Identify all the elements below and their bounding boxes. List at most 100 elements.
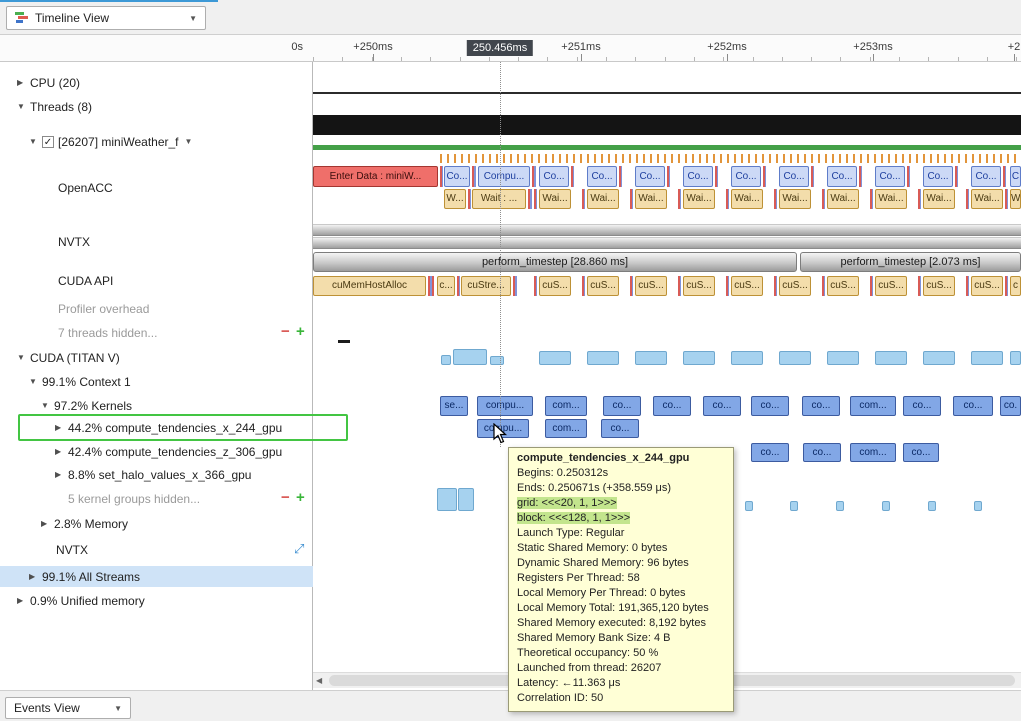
memory-transfers-bar[interactable] xyxy=(790,501,798,511)
sidebar-item-threads[interactable]: ▼Threads (8) xyxy=(0,96,313,117)
cuda-api-bar[interactable]: cuS... xyxy=(923,276,955,296)
cuda-api-bar[interactable]: cuS... xyxy=(539,276,571,296)
sidebar-item-nvtx-thread[interactable]: NVTX xyxy=(0,231,313,252)
cuda-api-bar[interactable]: cuS... xyxy=(827,276,859,296)
memory-transfers-bar[interactable] xyxy=(928,501,936,511)
kernel-z306-bar[interactable]: co... xyxy=(751,443,789,462)
kernels-all-bar[interactable]: co... xyxy=(751,396,789,416)
kernels-all-bar[interactable]: co... xyxy=(603,396,641,416)
openacc-compute-bar[interactable]: Co... xyxy=(539,166,569,187)
cuda-api-bar[interactable]: c... xyxy=(437,276,455,296)
tree-right-arrow-icon[interactable]: ▶ xyxy=(41,519,54,528)
openacc-compute-bar[interactable]: Co... xyxy=(731,166,761,187)
memory-transfers-bar[interactable] xyxy=(458,488,474,511)
sidebar-item-unified-memory[interactable]: ▶0.9% Unified memory xyxy=(0,590,313,611)
hidden-thread-marks-bar[interactable] xyxy=(338,340,350,343)
kernels-all-bar[interactable]: compu... xyxy=(477,396,533,416)
sidebar-item-threads-hidden[interactable]: 7 threads hidden...−+ xyxy=(0,322,313,343)
kernel-z306-bar[interactable]: co... xyxy=(903,443,939,462)
hidden-rows-minus-icon[interactable]: − xyxy=(281,323,290,340)
openacc-wait-bar[interactable]: W... xyxy=(444,189,466,209)
tree-down-arrow-icon[interactable]: ▼ xyxy=(29,377,42,386)
cuda-summary-bar[interactable] xyxy=(490,356,504,365)
cuda-api-bar[interactable]: cuS... xyxy=(731,276,763,296)
openacc-compute-bar[interactable]: Compu... xyxy=(478,166,530,187)
openacc-compute-bar[interactable]: Co... xyxy=(827,166,857,187)
tree-down-arrow-icon[interactable]: ▼ xyxy=(17,353,30,362)
cuda-summary-bar[interactable] xyxy=(923,351,955,365)
cuda-summary-bar[interactable] xyxy=(779,351,811,365)
openacc-wait-bar[interactable]: Wait : ... xyxy=(472,189,526,209)
cuda-summary-bar[interactable] xyxy=(539,351,571,365)
hidden-rows-minus-icon[interactable]: − xyxy=(281,489,290,506)
cuda-api-bar[interactable]: c xyxy=(1010,276,1021,296)
tree-right-arrow-icon[interactable]: ▶ xyxy=(17,78,30,87)
sidebar-item-context-1[interactable]: ▼99.1% Context 1 xyxy=(0,371,313,392)
openacc-wait-bar[interactable]: Wai... xyxy=(971,189,1003,209)
expand-row-icon[interactable]: ⤢ xyxy=(294,541,304,557)
openacc-compute-bar[interactable]: Co... xyxy=(635,166,665,187)
cuda-summary-bar[interactable] xyxy=(875,351,907,365)
cuda-summary-bar[interactable] xyxy=(1010,351,1021,365)
sidebar-item-process-miniweather[interactable]: ▼✓[26207] miniWeather_f▼ xyxy=(0,131,313,152)
memory-transfers-bar[interactable] xyxy=(745,501,753,511)
openacc-wait-bar[interactable]: Wai... xyxy=(731,189,763,209)
tree-down-arrow-icon[interactable]: ▼ xyxy=(41,401,54,410)
sidebar-item-cuda-titan-v[interactable]: ▼CUDA (TITAN V) xyxy=(0,347,313,368)
openacc-compute-bar[interactable]: Co... xyxy=(779,166,809,187)
cuda-summary-bar[interactable] xyxy=(971,351,1003,365)
sidebar-item-nvtx-stream[interactable]: NVTX⤢ xyxy=(0,539,313,560)
kernels-all-bar[interactable]: co... xyxy=(903,396,941,416)
cuda-summary-bar[interactable] xyxy=(441,355,451,365)
kernel-z306-bar[interactable]: co... xyxy=(803,443,841,462)
cuda-api-bar[interactable]: cuMemHostAlloc xyxy=(313,276,426,296)
openacc-compute-bar[interactable]: Co... xyxy=(444,166,470,187)
openacc-compute-bar[interactable]: Co... xyxy=(683,166,713,187)
tree-right-arrow-icon[interactable]: ▶ xyxy=(55,447,68,456)
openacc-compute-bar[interactable]: Co... xyxy=(971,166,1001,187)
openacc-wait-bar[interactable]: Wai... xyxy=(683,189,715,209)
memory-transfers-bar[interactable] xyxy=(836,501,844,511)
cuda-api-bar[interactable]: cuS... xyxy=(683,276,715,296)
openacc-wait-bar[interactable]: Wai... xyxy=(587,189,619,209)
cuda-summary-bar[interactable] xyxy=(731,351,763,365)
kernel-x244-bar[interactable]: com... xyxy=(545,419,587,438)
memory-transfers-bar[interactable] xyxy=(882,501,890,511)
openacc-compute-bar[interactable]: C xyxy=(1010,166,1021,187)
tree-right-arrow-icon[interactable]: ▶ xyxy=(17,596,30,605)
tree-down-arrow-icon[interactable]: ▼ xyxy=(29,137,42,146)
tree-down-arrow-icon[interactable]: ▼ xyxy=(17,102,30,111)
kernel-z306-bar[interactable]: com... xyxy=(850,443,896,462)
cuda-summary-bar[interactable] xyxy=(453,349,487,365)
sidebar-item-kernel-halo[interactable]: ▶8.8% set_halo_values_x_366_gpu xyxy=(0,464,313,485)
tree-right-arrow-icon[interactable]: ▶ xyxy=(55,470,68,479)
openacc-wait-bar[interactable]: Wai... xyxy=(875,189,907,209)
row-dropdown-caret-icon[interactable]: ▼ xyxy=(185,137,193,146)
openacc-compute-bar[interactable]: Enter Data : miniW... xyxy=(313,166,438,187)
sidebar-item-memory[interactable]: ▶2.8% Memory xyxy=(0,513,313,534)
cuda-api-bar[interactable]: cuS... xyxy=(635,276,667,296)
openacc-wait-bar[interactable]: Wai... xyxy=(635,189,667,209)
row-checkbox[interactable]: ✓ xyxy=(42,136,54,148)
events-view-dropdown[interactable]: Events View ▼ xyxy=(5,697,131,719)
kernels-all-bar[interactable]: co... xyxy=(802,396,840,416)
tree-right-arrow-icon[interactable]: ▶ xyxy=(29,572,42,581)
hidden-rows-plus-icon[interactable]: + xyxy=(296,323,305,340)
memory-transfers-bar[interactable] xyxy=(437,488,457,511)
memory-transfers-bar[interactable] xyxy=(974,501,982,511)
openacc-wait-bar[interactable]: Wai... xyxy=(827,189,859,209)
openacc-wait-bar[interactable]: Wai... xyxy=(779,189,811,209)
kernel-x244-bar[interactable]: co... xyxy=(601,419,639,438)
sidebar-item-openacc[interactable]: OpenACC xyxy=(0,177,313,198)
cuda-summary-bar[interactable] xyxy=(683,351,715,365)
cuda-api-bar[interactable]: cuS... xyxy=(971,276,1003,296)
nvtx-ranges-bar[interactable]: perform_timestep [2.073 ms] xyxy=(800,252,1021,272)
kernels-all-bar[interactable]: co... xyxy=(703,396,741,416)
sidebar-item-kernels[interactable]: ▼97.2% Kernels xyxy=(0,395,313,416)
sidebar-item-all-streams[interactable]: ▶99.1% All Streams xyxy=(0,566,313,587)
kernels-all-bar[interactable]: co... xyxy=(953,396,993,416)
sidebar-item-cuda-api[interactable]: CUDA API xyxy=(0,270,313,291)
timeline-view-dropdown[interactable]: Timeline View ▼ xyxy=(6,6,206,30)
openacc-wait-bar[interactable]: Wai... xyxy=(923,189,955,209)
cuda-api-bar[interactable]: cuS... xyxy=(875,276,907,296)
